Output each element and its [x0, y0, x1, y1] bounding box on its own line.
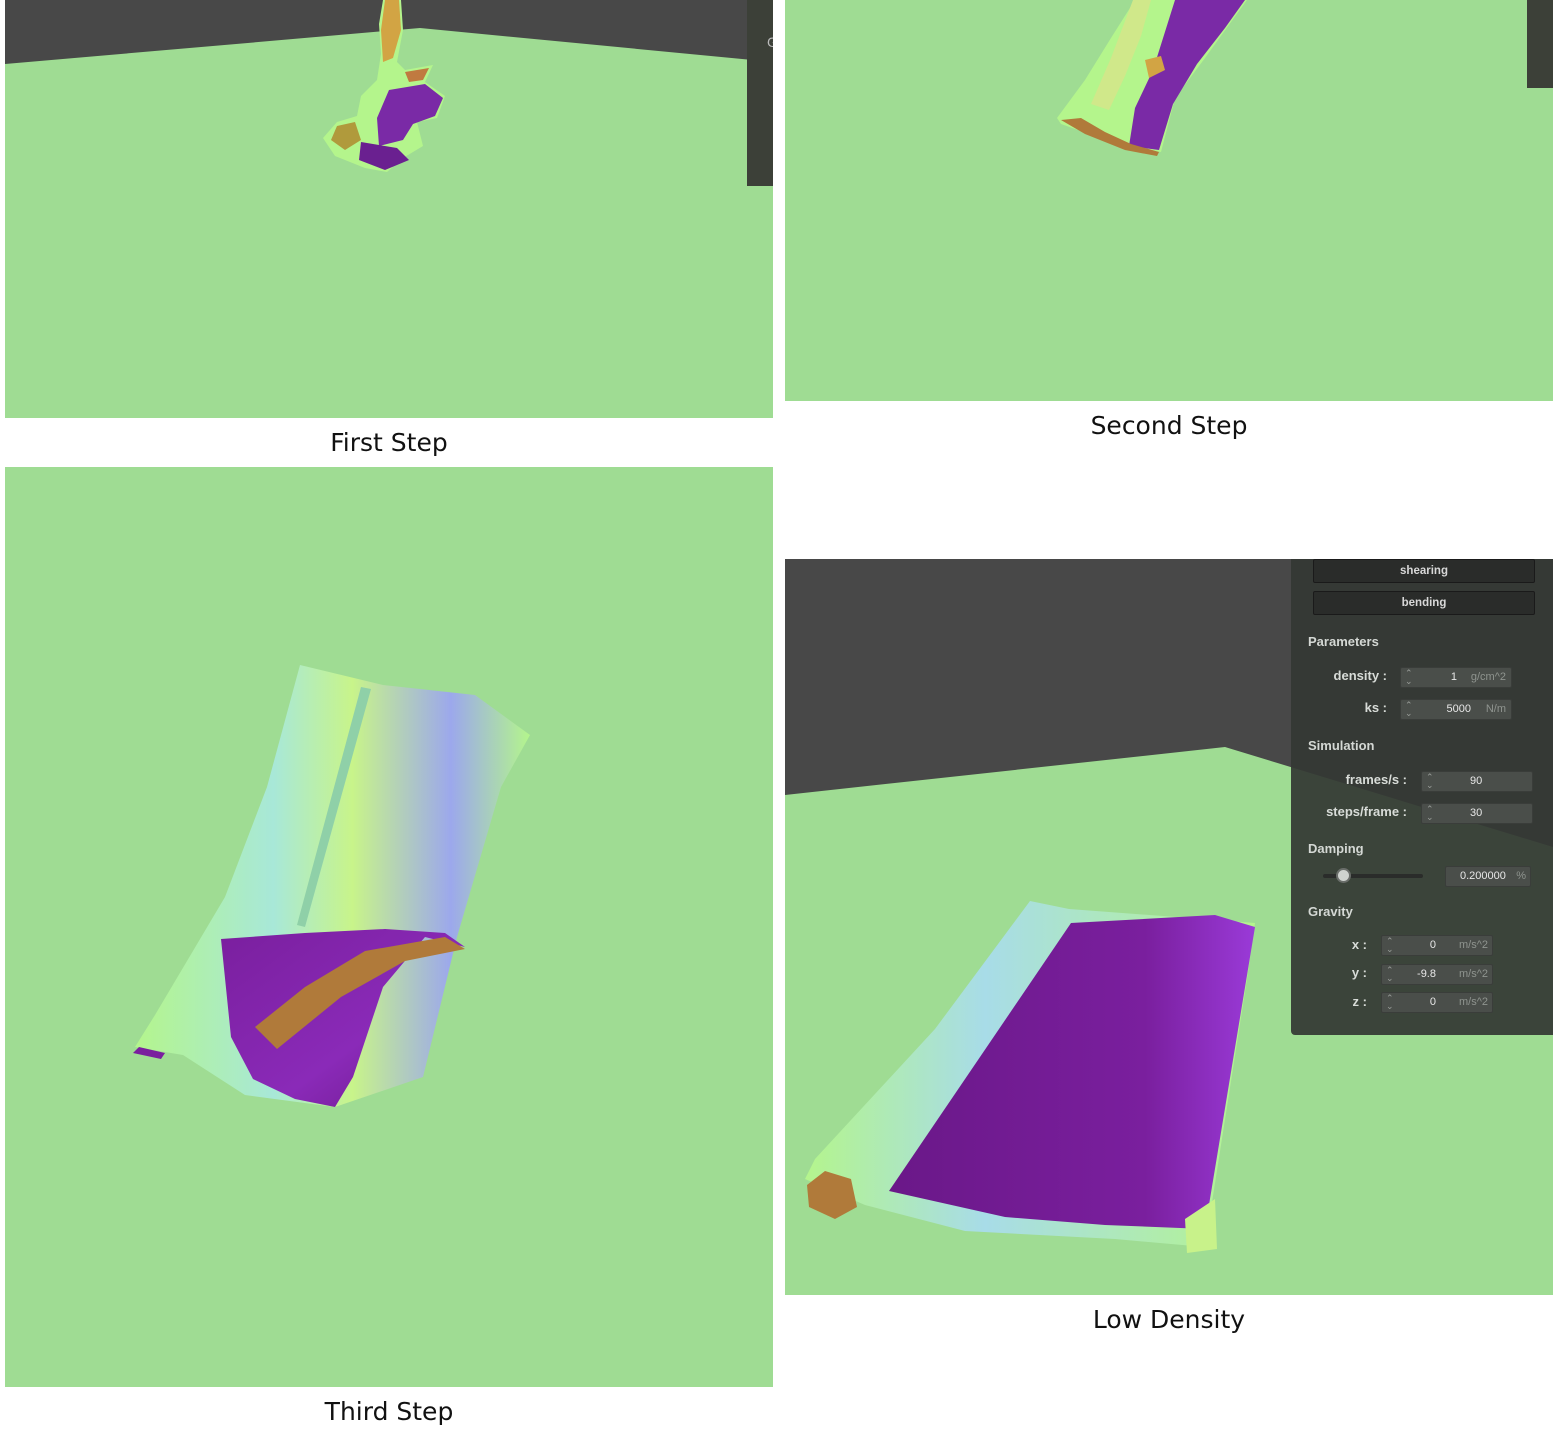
damping-heading: Damping	[1308, 841, 1364, 856]
third-step-viewport[interactable]	[5, 467, 773, 1387]
gravity-z-field[interactable]: ⌃ ⌄ 0 m/s^2	[1381, 992, 1493, 1013]
density-field[interactable]: ⌃ ⌄ 1 g/cm^2	[1400, 667, 1512, 688]
damping-field[interactable]: 0.200000 %	[1445, 866, 1531, 887]
density-label: density :	[1333, 668, 1387, 683]
parameters-heading: Parameters	[1308, 634, 1379, 649]
fps-label: frames/s :	[1345, 772, 1407, 787]
settings-panel-edge	[1527, 0, 1553, 88]
spinner-icon[interactable]: ⌃ ⌄	[1386, 994, 1394, 1011]
ks-field[interactable]: ⌃ ⌄ 5000 N/m	[1400, 699, 1512, 720]
folded-cloth	[133, 665, 530, 1107]
gravity-z-label: z :	[1352, 994, 1367, 1009]
spinner-icon[interactable]: ⌃ ⌄	[1386, 937, 1394, 954]
third-step-caption: Third Step	[324, 1397, 454, 1426]
first-step-caption: First Step	[330, 428, 448, 457]
spinner-icon[interactable]: ⌃ ⌄	[1405, 669, 1413, 686]
spinner-icon[interactable]: ⌃ ⌄	[1386, 966, 1394, 983]
first-step-scene: G	[5, 0, 773, 186]
first-step-viewport[interactable]: G	[5, 0, 773, 418]
spinner-icon[interactable]: ⌃ ⌄	[1426, 805, 1434, 822]
gravity-x-field[interactable]: ⌃ ⌄ 0 m/s^2	[1381, 935, 1493, 956]
fps-field[interactable]: ⌃ ⌄ 90	[1421, 771, 1533, 792]
second-step-caption: Second Step	[1090, 411, 1248, 440]
low-density-viewport[interactable]: shearing bending Parameters density : ⌃ ⌄…	[785, 559, 1553, 1295]
rolled-cloth	[805, 901, 1255, 1253]
second-step-viewport[interactable]	[785, 0, 1553, 401]
bending-button[interactable]: bending	[1313, 591, 1535, 615]
steps-field[interactable]: ⌃ ⌄ 30	[1421, 803, 1533, 824]
gravity-x-label: x :	[1351, 937, 1367, 952]
gravity-y-field[interactable]: ⌃ ⌄ -9.8 m/s^2	[1381, 964, 1493, 985]
panel-edge-text: G	[767, 34, 773, 50]
damping-slider-knob[interactable]	[1336, 868, 1351, 883]
ks-label: ks :	[1364, 700, 1387, 715]
third-step-scene	[133, 665, 530, 1107]
steps-label: steps/frame :	[1326, 804, 1407, 819]
simulation-heading: Simulation	[1308, 738, 1375, 753]
gravity-y-label: y :	[1351, 965, 1367, 980]
gravity-heading: Gravity	[1308, 904, 1353, 919]
spinner-icon[interactable]: ⌃ ⌄	[1426, 773, 1434, 790]
settings-panel-edge	[747, 0, 773, 186]
draped-cloth	[1057, 0, 1247, 156]
shearing-button[interactable]: shearing	[1313, 559, 1535, 583]
spinner-icon[interactable]: ⌃ ⌄	[1405, 701, 1413, 718]
low-density-caption: Low Density	[1092, 1305, 1246, 1334]
simulation-settings-panel: shearing bending Parameters density : ⌃ ⌄…	[1291, 559, 1553, 1035]
second-step-scene	[1057, 0, 1553, 156]
